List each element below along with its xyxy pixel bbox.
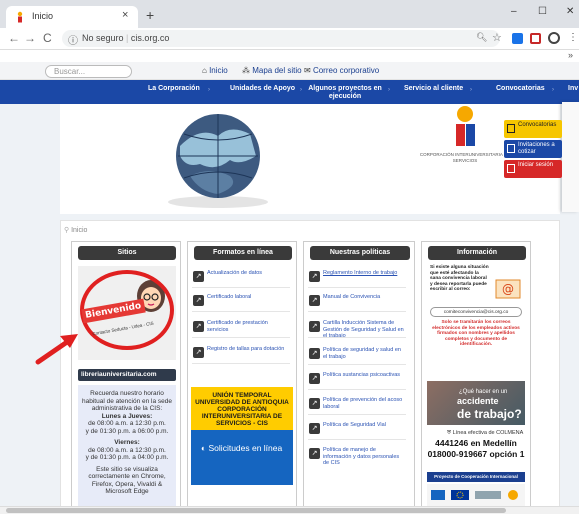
forward-button[interactable]: → (24, 31, 36, 45)
tab-title: Inicio (32, 11, 54, 21)
cis-favicon-icon (17, 11, 23, 23)
browser-tab[interactable]: Inicio × (6, 6, 138, 28)
minimize-button[interactable]: – (511, 6, 517, 17)
browser-tab-strip: Inicio × + – ☐ ✕ (0, 0, 579, 28)
tab-close-icon[interactable]: × (122, 9, 128, 21)
close-window-button[interactable]: ✕ (566, 6, 574, 17)
reload-button[interactable]: C (43, 31, 52, 45)
menu-icon[interactable]: ⋮ (568, 32, 578, 43)
bookmark-star-icon[interactable]: ☆ (492, 31, 502, 44)
pocket-icon[interactable] (530, 33, 541, 44)
browser-toolbar: ← → C ⓘ No seguro | cis.org.co 🔍︎ ☆ ⋮ (0, 28, 579, 50)
red-arrow-icon (35, 334, 78, 365)
back-button[interactable]: ← (8, 31, 20, 45)
web-page: Buscar... ⌂ Inicio ⁂ Mapa del sitio ✉ Co… (0, 62, 579, 506)
horizontal-scrollbar[interactable] (0, 506, 579, 514)
info-icon[interactable]: ⓘ (68, 32, 78, 47)
bookmarks-more-icon[interactable]: » (568, 50, 573, 60)
bookmarks-bar: » (0, 50, 579, 62)
zoom-icon[interactable]: 🔍︎ (476, 32, 487, 43)
profile-icon[interactable] (548, 32, 560, 44)
new-tab-button[interactable]: + (146, 7, 154, 23)
address-text: No seguro | cis.org.co (82, 33, 170, 43)
scroll-thumb[interactable] (6, 508, 506, 513)
url-host: cis.org.co (130, 33, 170, 43)
address-bar[interactable]: ⓘ No seguro | cis.org.co 🔍︎ (62, 30, 500, 47)
maximize-button[interactable]: ☐ (538, 6, 547, 17)
security-label: No seguro (82, 33, 124, 43)
extension-icon[interactable] (512, 33, 523, 44)
